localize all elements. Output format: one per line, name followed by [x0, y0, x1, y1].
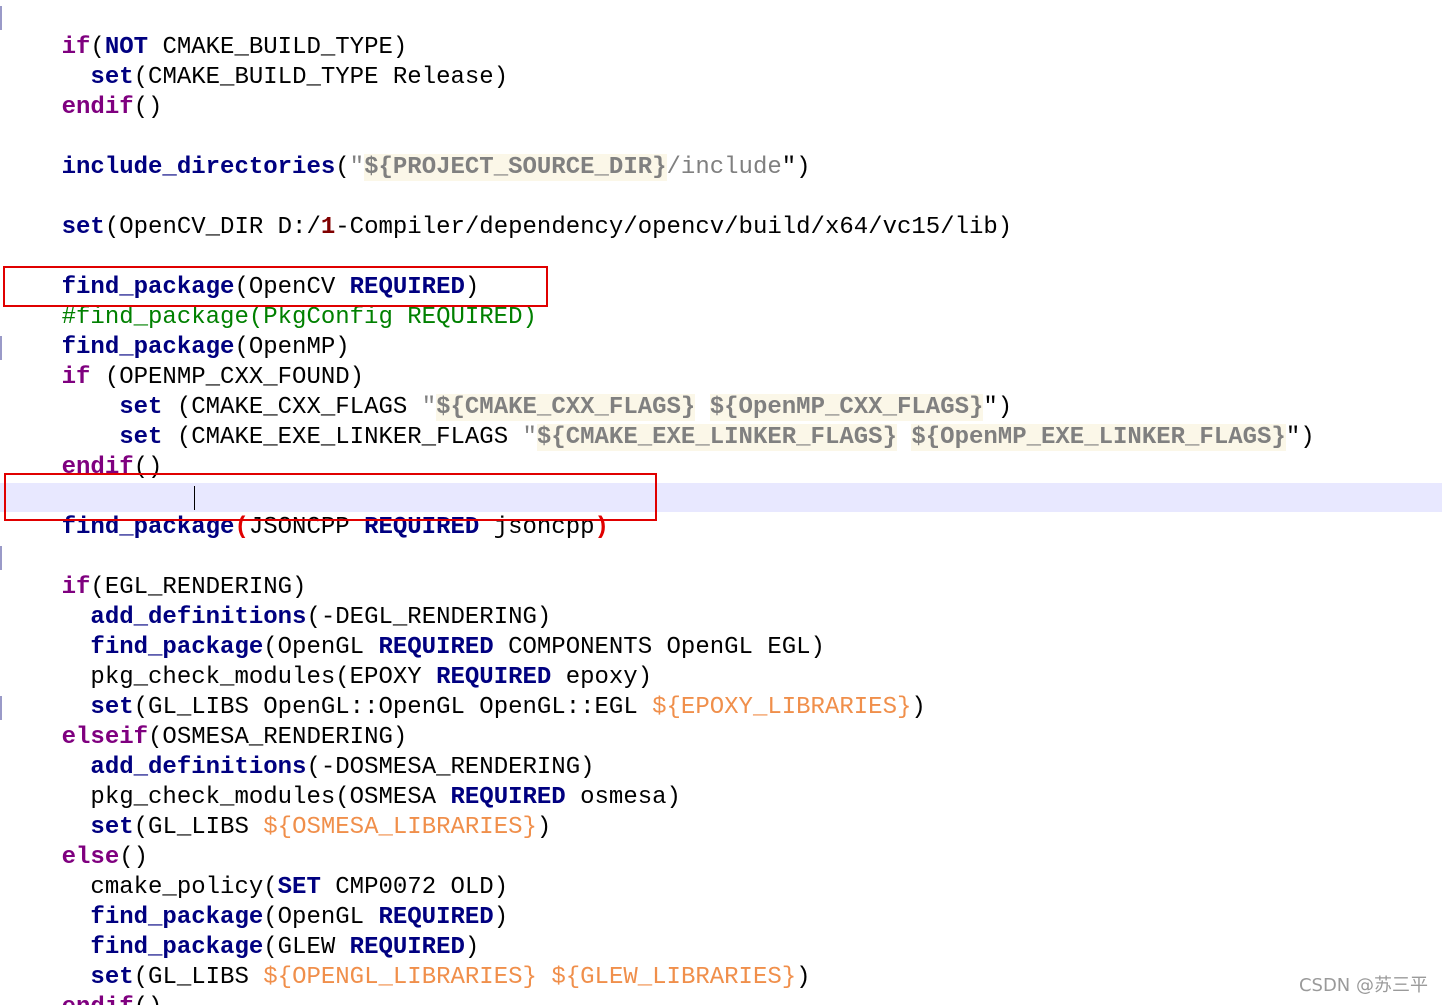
- token: ${OPENGL_LIBRARIES}: [263, 964, 537, 991]
- code-line-26[interactable]: pkg_check_modules(OSMESA REQUIRED osmesa…: [4, 753, 681, 811]
- code-line-21[interactable]: find_package(OpenGL REQUIRED COMPONENTS …: [4, 603, 825, 661]
- watermark: CSDN @苏三平: [1298, 975, 1428, 996]
- code-line-28[interactable]: else(): [4, 813, 148, 871]
- token: endif: [62, 994, 134, 1005]
- code-line-22[interactable]: pkg_check_modules(EPOXY REQUIRED epoxy): [4, 633, 652, 691]
- token: (): [133, 94, 163, 121]
- token: ): [493, 904, 509, 931]
- code-line-25[interactable]: add_definitions(-DOSMESA_RENDERING): [4, 723, 594, 781]
- code-editor[interactable]: if(NOT CMAKE_BUILD_TYPE) set(CMAKE_BUILD…: [0, 0, 1442, 1005]
- code-line-29[interactable]: cmake_policy(SET CMP0072 OLD): [4, 843, 508, 901]
- code-line-24[interactable]: elseif(OSMESA_RENDERING): [4, 693, 408, 751]
- token: (): [134, 994, 163, 1005]
- code-line-20[interactable]: add_definitions(-DEGL_RENDERING): [4, 573, 551, 631]
- token: include_directories: [61, 154, 336, 181]
- token: ${PROJECT_SOURCE_DIR}: [364, 154, 667, 181]
- code-line-30[interactable]: find_package(OpenGL REQUIRED): [4, 873, 508, 931]
- fold-marker[interactable]: [0, 696, 2, 720]
- token: /include: [666, 154, 782, 181]
- token: set: [61, 214, 105, 241]
- token: "): [781, 154, 811, 181]
- token: (OpenCV_DIR D:/: [104, 214, 321, 241]
- token: ): [911, 694, 926, 721]
- code-line-31[interactable]: find_package(GLEW REQUIRED): [4, 903, 479, 961]
- token: 1: [320, 214, 336, 241]
- highlight-box-jsoncpp: [4, 473, 657, 521]
- code-line-27[interactable]: set(GL_LIBS ${OSMESA_LIBRARIES}): [4, 783, 551, 841]
- code-line-3[interactable]: endif(): [4, 63, 163, 121]
- token: "): [1285, 424, 1315, 451]
- token: ${CMAKE_EXE_LINKER_FLAGS}: [536, 424, 897, 451]
- token: ": [522, 424, 537, 451]
- code-line-11[interactable]: find_package(OpenMP): [4, 303, 350, 361]
- code-line-19[interactable]: if(EGL_RENDERING): [4, 543, 307, 601]
- code-line-15[interactable]: endif(): [4, 423, 163, 481]
- token: ${OpenMP_EXE_LINKER_FLAGS}: [911, 424, 1286, 451]
- code-line-1[interactable]: if(NOT CMAKE_BUILD_TYPE): [4, 3, 408, 61]
- fold-marker[interactable]: [0, 336, 2, 360]
- token: ${EPOXY_LIBRARIES}: [652, 694, 912, 721]
- code-line-2[interactable]: set(CMAKE_BUILD_TYPE Release): [4, 33, 508, 91]
- code-line-12[interactable]: if (OPENMP_CXX_FOUND): [4, 333, 364, 391]
- token: ": [349, 154, 365, 181]
- token: ): [796, 964, 811, 991]
- code-line-23[interactable]: set(GL_LIBS OpenGL::OpenGL OpenGL::EGL $…: [4, 663, 925, 721]
- token: ${GLEW_LIBRARIES}: [551, 964, 797, 991]
- fold-marker[interactable]: [0, 6, 2, 30]
- highlight-box-pkgconfig: [3, 266, 548, 307]
- fold-marker[interactable]: [0, 546, 2, 570]
- token: (GL_LIBS: [133, 814, 264, 841]
- token: (CMAKE_BUILD_TYPE Release): [133, 64, 509, 91]
- code-line-33[interactable]: endif(): [4, 963, 163, 1005]
- code-line-32[interactable]: set(GL_LIBS ${OPENGL_LIBRARIES} ${GLEW_L…: [4, 933, 810, 991]
- token: endif: [61, 94, 134, 121]
- code-line-14[interactable]: set (CMAKE_EXE_LINKER_FLAGS "${CMAKE_EXE…: [4, 393, 1315, 451]
- token: ): [536, 814, 552, 841]
- token: (: [335, 154, 350, 181]
- code-line-5[interactable]: include_directories("${PROJECT_SOURCE_DI…: [4, 123, 811, 181]
- code-line-7[interactable]: set(OpenCV_DIR D:/1-Compiler/dependency/…: [4, 183, 1013, 241]
- token: (CMAKE_EXE_LINKER_FLAGS: [162, 424, 523, 451]
- code-line-13[interactable]: set (CMAKE_CXX_FLAGS "${CMAKE_CXX_FLAGS}…: [4, 363, 1012, 421]
- token: ${OSMESA_LIBRARIES}: [263, 814, 537, 841]
- token: osmesa): [565, 784, 681, 811]
- token: -Compiler/dependency/opencv/build/x64/vc…: [335, 214, 1013, 241]
